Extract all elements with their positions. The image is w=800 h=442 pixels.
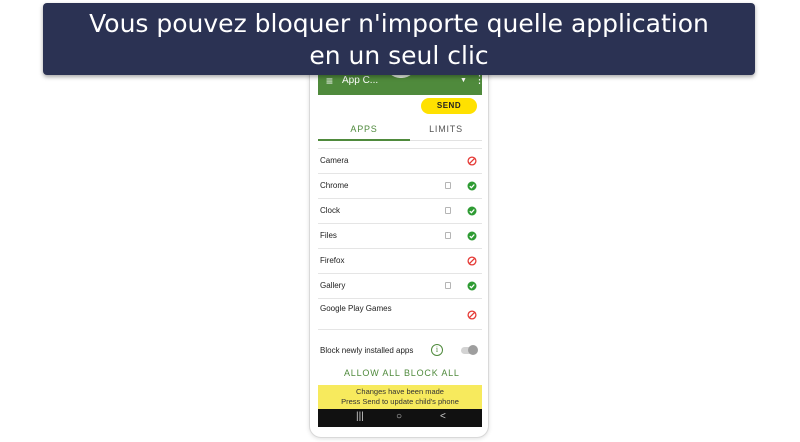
- app-title: App C...: [342, 75, 379, 86]
- recents-icon[interactable]: |||: [356, 411, 364, 423]
- block-all-button[interactable]: BLOCK ALL: [404, 367, 460, 379]
- caption-banner: Vous pouvez bloquer n'importe quelle app…: [43, 3, 755, 75]
- blocked-icon[interactable]: [467, 156, 477, 166]
- allowed-check-icon[interactable]: [467, 281, 477, 291]
- copy-icon[interactable]: [445, 182, 451, 189]
- caption-line-2: en un seul clic: [309, 41, 489, 70]
- allowed-check-icon[interactable]: [467, 181, 477, 191]
- android-nav-bar: ||| ○ <: [318, 409, 482, 427]
- banner-line-1: Changes have been made: [356, 387, 444, 396]
- app-row[interactable]: Chrome: [318, 174, 482, 199]
- info-icon[interactable]: i: [431, 344, 443, 356]
- copy-icon[interactable]: [445, 232, 451, 239]
- blocked-icon[interactable]: [467, 256, 477, 266]
- blocked-icon[interactable]: [467, 310, 477, 320]
- tab-limits[interactable]: LIMITS: [410, 119, 482, 141]
- app-name: Camera: [320, 156, 349, 165]
- app-name: Chrome: [320, 181, 349, 190]
- app-name: Firefox: [320, 256, 345, 265]
- app-name: Files: [320, 231, 337, 240]
- more-vert-icon[interactable]: ⋮: [474, 74, 482, 86]
- changes-banner: Changes have been made Press Send to upd…: [318, 385, 482, 409]
- phone-frame: ≡ App C... ▼ ⋮ APPS LIMITS CameraChromeC…: [309, 48, 489, 438]
- app-name: Gallery: [320, 281, 346, 290]
- tab-apps[interactable]: APPS: [318, 119, 410, 141]
- toggle-knob: [468, 345, 478, 355]
- app-row[interactable]: Gallery: [318, 274, 482, 299]
- allow-all-button[interactable]: ALLOW ALL: [344, 367, 401, 379]
- back-icon[interactable]: <: [440, 411, 446, 423]
- app-name: Clock: [320, 206, 341, 215]
- caret-down-icon[interactable]: ▼: [460, 76, 467, 86]
- copy-icon[interactable]: [445, 207, 451, 214]
- tab-bar: APPS LIMITS: [318, 119, 482, 141]
- caption-line-1: Vous pouvez bloquer n'importe quelle app…: [89, 9, 709, 38]
- send-button[interactable]: SEND: [421, 98, 477, 114]
- allowed-check-icon[interactable]: [467, 206, 477, 216]
- home-icon[interactable]: ○: [396, 411, 402, 423]
- block-newly-label: Block newly installed apps: [320, 346, 414, 355]
- app-row[interactable]: Camera: [318, 149, 482, 174]
- app-row[interactable]: Clock: [318, 199, 482, 224]
- app-row[interactable]: Google Play Games: [318, 299, 482, 330]
- copy-icon[interactable]: [445, 282, 451, 289]
- app-row[interactable]: Firefox: [318, 249, 482, 274]
- banner-line-2: Press Send to update child's phone: [341, 397, 459, 406]
- app-list: Camera Chrome Clock Files Firefox Gallery Goog…: [318, 148, 482, 336]
- allowed-check-icon[interactable]: [467, 231, 477, 241]
- menu-icon[interactable]: ≡: [326, 75, 333, 87]
- app-name: Google Play Games: [320, 304, 392, 313]
- block-newly-toggle[interactable]: [461, 345, 478, 355]
- app-row[interactable]: Files: [318, 224, 482, 249]
- app-row[interactable]: MMGuardian: [318, 330, 482, 336]
